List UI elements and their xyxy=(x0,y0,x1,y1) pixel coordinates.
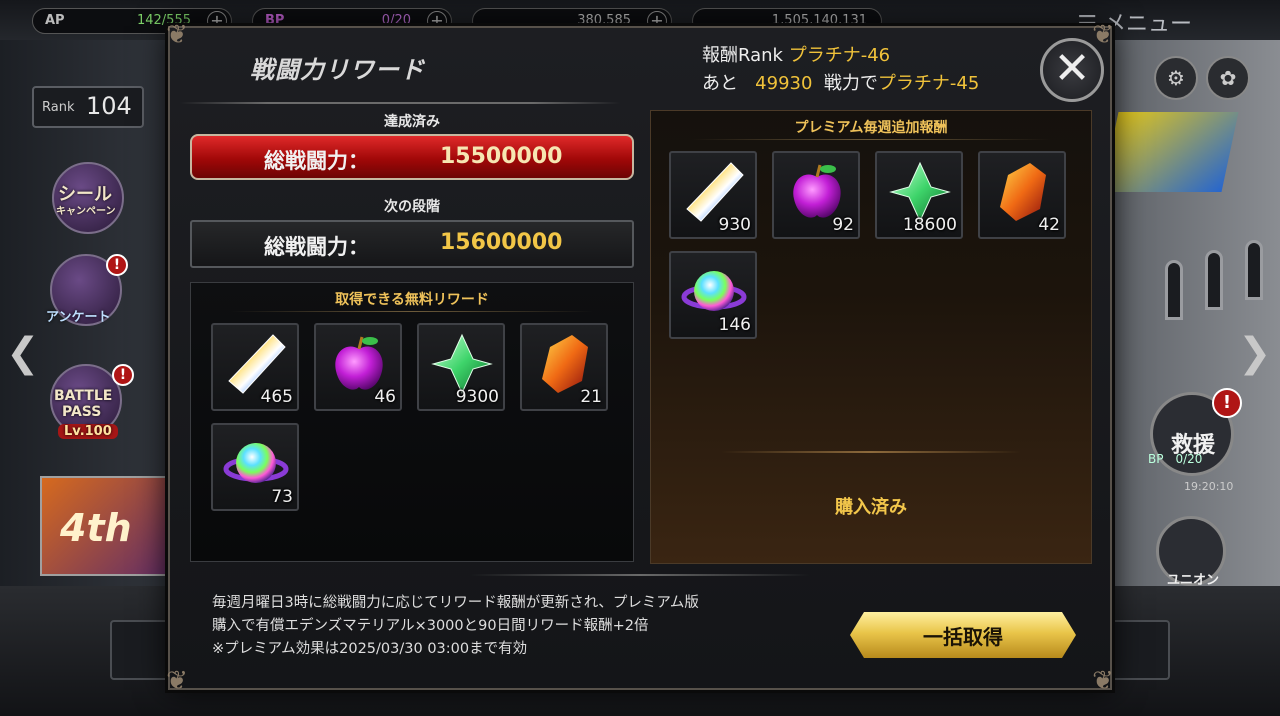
reward-quantity: 465 xyxy=(260,387,293,407)
rescue-bp-status: BP 0/20 xyxy=(1148,452,1203,466)
note-line: 毎週月曜日3時に総戦闘力に応じてリワード報酬が更新され、プレミアム版 xyxy=(212,595,699,611)
next-power-bar: 総戦闘力： 15600000 xyxy=(190,220,634,268)
achieved-label: 達成済み xyxy=(384,114,440,130)
free-rewards-title: 取得できる無料リワード xyxy=(335,292,489,308)
free-rewards-panel: 取得できる無料リワード 465 46 9300 21 73 xyxy=(190,282,634,562)
premium-reward-item[interactable]: 42 xyxy=(978,151,1066,239)
reward-quantity: 21 xyxy=(580,387,602,407)
gear-icon[interactable]: ✿ xyxy=(1206,56,1250,100)
corner-ornament-icon: ❦ xyxy=(166,666,188,696)
ap-label: AP xyxy=(45,13,65,28)
battle-pass-level: Lv.100 xyxy=(58,424,118,439)
reward-note: 毎週月曜日3時に総戦闘力に応じてリワード報酬が更新され、プレミアム版 購入で有償… xyxy=(212,592,699,661)
reward-quantity: 18600 xyxy=(902,215,957,235)
premium-divider xyxy=(721,451,1021,453)
next-rank-row: あと 49930 戦力でプラチナ-45 xyxy=(702,70,979,98)
achieved-power-value: 15500000 xyxy=(440,144,563,169)
battle-pass-label1: BATTLE xyxy=(54,388,113,404)
reward-quantity: 73 xyxy=(271,487,293,507)
seal-campaign-sublabel: キャンペーン xyxy=(56,206,116,217)
free-reward-item[interactable]: 46 xyxy=(314,323,402,411)
premium-reward-item[interactable]: 18600 xyxy=(875,151,963,239)
next-stage-label: 次の段階 xyxy=(384,199,440,215)
reward-rank-info: 報酬Rank プラチナ-46 あと 49930 戦力でプラチナ-45 xyxy=(702,42,979,98)
rank-value: 104 xyxy=(86,92,132,120)
dialog-title: 戦闘力リワード xyxy=(250,56,425,84)
panel-divider xyxy=(691,139,1051,140)
anniversary-banner[interactable]: 4th xyxy=(40,476,188,576)
rescue-time: 19:20:10 xyxy=(1184,480,1234,493)
right-arrow-icon[interactable]: ❯ xyxy=(1238,330,1272,376)
next-power-value: 15600000 xyxy=(440,230,563,255)
close-icon: ✕ xyxy=(1053,43,1091,94)
reward-quantity: 46 xyxy=(374,387,396,407)
reward-quantity: 92 xyxy=(832,215,854,235)
premium-rewards-panel: プレミアム毎週追加報酬 930 92 18600 42 146 購入済み xyxy=(650,110,1092,564)
bulk-claim-button[interactable]: 一括取得 xyxy=(850,612,1076,658)
premium-reward-item[interactable]: 146 xyxy=(669,251,757,339)
left-arrow-icon[interactable]: ❮ xyxy=(6,330,40,376)
free-reward-item[interactable]: 73 xyxy=(211,423,299,511)
battle-pass-label2: PASS xyxy=(62,404,102,420)
purchased-label: 購入済み xyxy=(835,497,907,518)
close-button[interactable]: ✕ xyxy=(1040,38,1104,102)
window-decoration xyxy=(1165,260,1183,320)
rank-label: Rank xyxy=(42,100,75,115)
union-label: ユニオン xyxy=(1167,573,1220,588)
bulk-claim-label: 一括取得 xyxy=(923,625,1003,649)
anniversary-banner-text: 4th xyxy=(60,506,132,550)
reward-rank-value: プラチナ-46 xyxy=(788,45,891,66)
combat-power-reward-dialog: ❦ ❦ ❦ ❦ 戦闘力リワード 報酬Rank プラチナ-46 あと 49930 … xyxy=(166,20,1114,696)
reward-rank-row: 報酬Rank プラチナ-46 xyxy=(702,42,979,70)
union-button[interactable]: ユニオン xyxy=(1156,516,1226,588)
reward-quantity: 146 xyxy=(718,315,751,335)
title-divider xyxy=(180,102,620,104)
next-rank-value: プラチナ-45 xyxy=(877,73,980,94)
battle-pass-notify-badge: ! xyxy=(112,364,134,386)
corner-ornament-icon: ❦ xyxy=(1092,666,1114,696)
survey-label: アンケート xyxy=(46,310,111,325)
panel-divider xyxy=(231,311,593,312)
achieved-power-label: 総戦闘力： xyxy=(264,149,369,173)
window-decoration xyxy=(1205,250,1223,310)
premium-reward-item[interactable]: 92 xyxy=(772,151,860,239)
reward-quantity: 930 xyxy=(718,215,751,235)
next-prefix: あと xyxy=(702,73,738,94)
next-middle: 戦力で xyxy=(823,73,878,94)
reward-quantity: 42 xyxy=(1038,215,1060,235)
settings-icon[interactable]: ⚙ xyxy=(1154,56,1198,100)
next-amount: 49930 xyxy=(755,73,813,94)
window-decoration xyxy=(1245,240,1263,300)
survey-notify-badge: ! xyxy=(106,254,128,276)
reward-quantity: 9300 xyxy=(455,387,499,407)
player-rank: Rank 104 xyxy=(32,86,144,128)
reward-rank-label: 報酬Rank xyxy=(702,45,783,66)
ornament-divider xyxy=(470,574,810,576)
achieved-power-bar: 総戦闘力： 15500000 xyxy=(190,134,634,180)
free-reward-item[interactable]: 465 xyxy=(211,323,299,411)
free-reward-item[interactable]: 21 xyxy=(520,323,608,411)
game-logo xyxy=(1101,112,1239,192)
rescue-notify-badge: ! xyxy=(1212,388,1242,418)
corner-ornament-icon: ❦ xyxy=(166,20,188,50)
note-line: 購入で有償エデンズマテリアル×3000と90日間リワード報酬+2倍 xyxy=(212,618,649,634)
premium-reward-item[interactable]: 930 xyxy=(669,151,757,239)
note-line: ※プレミアム効果は2025/03/30 03:00まで有効 xyxy=(212,641,528,657)
next-power-label: 総戦闘力： xyxy=(264,235,369,259)
premium-rewards-title: プレミアム毎週追加報酬 xyxy=(794,120,948,136)
free-reward-item[interactable]: 9300 xyxy=(417,323,505,411)
